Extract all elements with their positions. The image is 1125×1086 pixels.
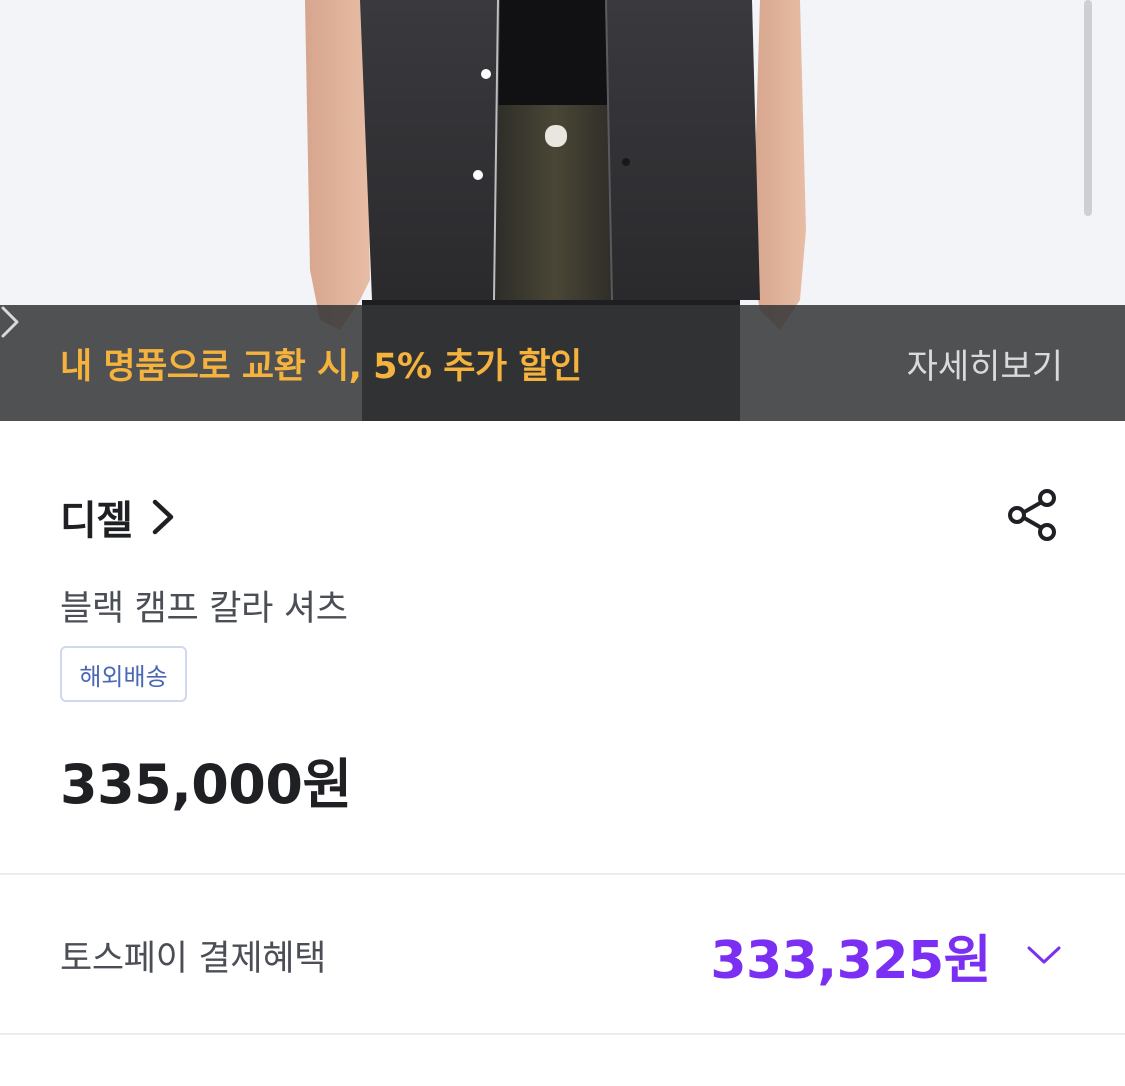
chevron-right-icon — [1, 306, 19, 338]
pay-benefit-price-group: 333,325원 — [710, 918, 1061, 993]
promo-text: 내 명품으로 교환 시, 5% 추가 할인 — [60, 346, 582, 387]
brand-link[interactable]: 디젤 — [60, 488, 175, 546]
pay-benefit-price: 333,325원 — [710, 930, 991, 991]
overseas-shipping-badge: 해외배송 — [60, 646, 187, 702]
section-divider — [0, 873, 1125, 875]
product-name: 블랙 캠프 칼라 셔츠 — [60, 589, 348, 629]
trade-in-promo-banner[interactable]: 내 명품으로 교환 시, 5% 추가 할인 자세히보기 — [0, 305, 1125, 421]
promo-more-link[interactable]: 자세히보기 — [1, 306, 1063, 388]
toss-pay-benefit-row[interactable]: 토스페이 결제혜택 333,325원 — [0, 877, 1125, 1033]
section-divider — [0, 1033, 1125, 1035]
product-price: 335,000원 — [60, 753, 352, 816]
product-image[interactable]: 내 명품으로 교환 시, 5% 추가 할인 자세히보기 — [0, 0, 1125, 421]
chevron-right-icon — [152, 499, 173, 535]
share-button[interactable] — [1002, 484, 1064, 546]
image-scrollbar[interactable] — [1084, 0, 1092, 216]
share-icon — [1008, 489, 1056, 541]
brand-name: 디젤 — [60, 498, 133, 544]
chevron-down-icon[interactable] — [1027, 945, 1061, 965]
promo-more-label: 자세히보기 — [906, 346, 1063, 387]
pay-benefit-label: 토스페이 결제혜택 — [60, 938, 327, 979]
